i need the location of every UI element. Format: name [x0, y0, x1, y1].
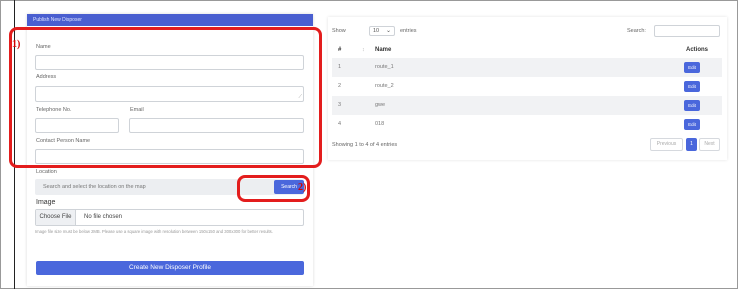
image-help-text: Image file size must be below 2MB. Pleas…: [35, 229, 273, 234]
table-row: 3 gwe Edit: [332, 96, 722, 115]
entries-select[interactable]: 10 ⌄: [369, 26, 395, 36]
edit-button[interactable]: Edit: [684, 81, 700, 92]
row-number: 2: [338, 83, 342, 89]
annotation-label-1: 1): [12, 39, 21, 50]
row-name: 018: [375, 121, 385, 127]
sort-icon[interactable]: ↕: [362, 47, 365, 53]
table-info: Showing 1 to 4 of 4 entries: [332, 142, 398, 148]
show-label: Show: [332, 28, 346, 34]
pagination-next[interactable]: Next: [699, 138, 720, 151]
row-name: route_1: [375, 64, 394, 70]
chevron-down-icon: ⌄: [385, 28, 391, 34]
row-number: 3: [338, 102, 342, 108]
row-name: gwe: [375, 102, 386, 108]
search-label: Search:: [627, 28, 646, 34]
column-header-name[interactable]: Name: [375, 47, 391, 53]
table-row: 2 route_2 Edit: [332, 77, 722, 96]
location-label: Location: [36, 169, 57, 175]
row-name: route_2: [375, 83, 394, 89]
form-header: Publish New Disposer: [27, 14, 313, 26]
edit-button[interactable]: Edit: [684, 62, 700, 73]
edit-button[interactable]: Edit: [684, 100, 700, 111]
choose-file-button[interactable]: Choose File: [36, 210, 76, 225]
column-header-actions: Actions: [686, 47, 709, 53]
pagination-previous[interactable]: Previous: [650, 138, 683, 151]
edit-button[interactable]: Edit: [684, 119, 700, 130]
annotation-label-2: 2): [298, 182, 307, 193]
annotation-box-1: [9, 27, 322, 168]
pagination-page-1[interactable]: 1: [686, 138, 697, 151]
row-number: 1: [338, 64, 342, 70]
location-placeholder: Search and select the location on the ma…: [43, 184, 146, 190]
column-header-number[interactable]: #: [338, 47, 341, 53]
image-file-input[interactable]: Choose File No file chosen: [35, 209, 304, 226]
file-status-text: No file chosen: [84, 214, 123, 220]
entries-select-value: 10: [373, 28, 380, 34]
entries-label: entries: [400, 28, 417, 34]
table-row: 1 route_1 Edit: [332, 58, 722, 77]
row-number: 4: [338, 121, 342, 127]
image-label: Image: [36, 199, 56, 206]
table-search-input[interactable]: [654, 25, 720, 37]
create-disposer-button[interactable]: Create New Disposer Profile: [36, 261, 304, 275]
table-row: 4 018 Edit: [332, 115, 722, 134]
